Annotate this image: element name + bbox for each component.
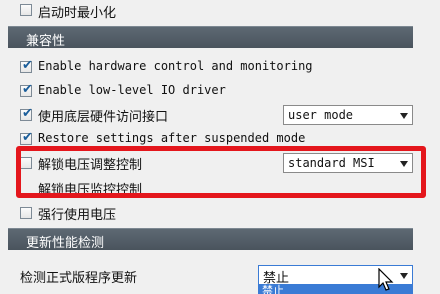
check-icon: ✔ <box>22 130 33 145</box>
unlock-voltage-control-label: 解锁电压调整控制 <box>38 158 143 173</box>
checkbox-box[interactable]: ✔ <box>20 82 33 97</box>
force-voltage-label: 强行使用电压 <box>38 208 117 223</box>
checkbox-box[interactable] <box>20 157 32 169</box>
settings-panel: 启动时最小化 兼容性 ✔ Enable hardware control and… <box>0 0 440 294</box>
use-hw-access-label: 使用底层硬件访问接口 <box>38 110 169 125</box>
checkbox-box[interactable]: ✔ <box>20 130 33 145</box>
section-update-check-title: 更新性能检测 <box>26 236 105 251</box>
checkbox-box[interactable] <box>20 207 32 219</box>
check-icon: ✔ <box>22 58 33 73</box>
checkbox-box[interactable]: ✔ <box>20 58 33 73</box>
hw-access-mode-select[interactable]: user mode <box>283 105 413 125</box>
voltage-control-mode-select[interactable]: standard MSI <box>283 153 413 173</box>
check-icon: ✔ <box>22 82 33 97</box>
update-check-option-label: 禁止 <box>262 284 284 294</box>
enable-hardware-label: Enable hardware control and monitoring <box>38 59 313 73</box>
restore-settings-label: Restore settings after suspended mode <box>38 131 306 145</box>
unlock-voltage-monitor-label: 解锁电压监控控制 <box>38 183 143 198</box>
enable-io-driver-label: Enable low-level IO driver <box>38 83 226 97</box>
chevron-down-icon <box>400 113 408 119</box>
check-icon: ✔ <box>22 106 33 121</box>
checkbox-box[interactable] <box>20 4 32 16</box>
section-compatibility-header: 兼容性 <box>8 26 413 49</box>
section-compatibility-title: 兼容性 <box>26 34 66 49</box>
mouse-cursor-icon <box>378 268 394 291</box>
chevron-down-icon <box>400 273 408 279</box>
hw-access-mode-value: user mode <box>288 108 354 122</box>
update-check-label: 检测正式版程序更新 <box>20 271 138 286</box>
checkbox-box[interactable]: ✔ <box>20 106 33 121</box>
section-update-check-header: 更新性能检测 <box>8 228 413 251</box>
chevron-down-icon <box>400 161 408 167</box>
start-minimized-label: 启动时最小化 <box>38 6 117 21</box>
voltage-control-mode-value: standard MSI <box>288 156 375 170</box>
